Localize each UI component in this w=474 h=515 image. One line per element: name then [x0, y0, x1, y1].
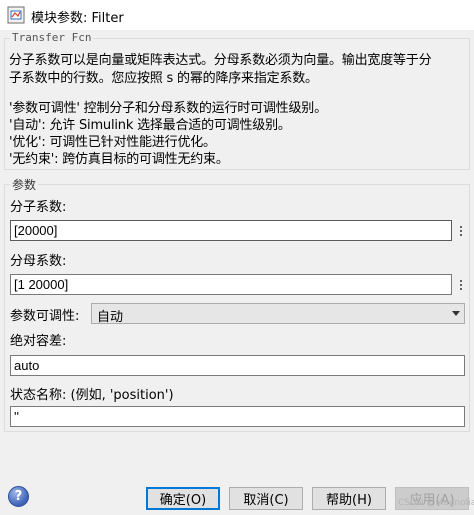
state-name-label: 状态名称: (例如, 'position') — [10, 388, 174, 403]
numerator-field[interactable]: [20000] — [10, 220, 452, 241]
cancel-button[interactable]: 取消(C) — [229, 487, 303, 510]
help-icon[interactable]: ? — [8, 486, 29, 507]
title-bar: 模块参数: Filter — [0, 0, 474, 30]
numerator-label: 分子系数: — [10, 200, 67, 215]
help-button[interactable]: 帮助(H) — [312, 487, 386, 510]
parameters-title: 参数 — [10, 176, 39, 193]
description-line: 分子系数可以是向量或矩阵表达式。分母系数必须为向量。输出宽度等于分 — [9, 53, 432, 68]
window-title: 模块参数: Filter — [31, 11, 124, 26]
simulink-block-icon — [7, 6, 25, 24]
description-line: '无约束': 跨仿真目标的可调性无约束。 — [9, 152, 229, 167]
denominator-field[interactable]: [1 20000] — [10, 274, 452, 295]
state-name-field[interactable]: '' — [10, 406, 465, 427]
tunability-select[interactable]: 自动 — [91, 303, 465, 325]
denominator-more-button[interactable] — [455, 274, 466, 295]
tunability-selected: 自动 — [97, 310, 124, 325]
tunability-label: 参数可调性: — [10, 309, 80, 324]
chevron-down-icon — [452, 311, 460, 316]
abs-tol-label: 绝对容差: — [10, 334, 67, 349]
abs-tol-field[interactable]: auto — [10, 355, 465, 376]
ok-button[interactable]: 确定(O) — [146, 487, 220, 510]
watermark: CSDN @Magnolia — [398, 498, 474, 508]
numerator-more-button[interactable] — [455, 220, 466, 241]
block-type-title: Transfer Fcn — [10, 31, 94, 44]
denominator-label: 分母系数: — [10, 254, 67, 269]
description-line: 子系数中的行数。您应按照 s 的幂的降序来指定系数。 — [9, 71, 318, 86]
